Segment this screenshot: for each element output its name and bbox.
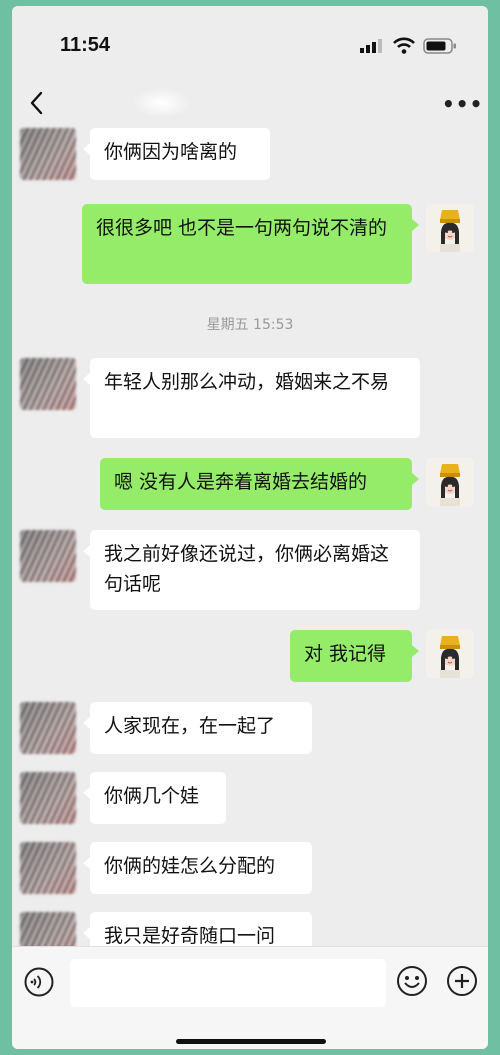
message-bubble[interactable]: 你俩几个娃 bbox=[83, 772, 226, 824]
more-options-button[interactable]: ••• bbox=[442, 92, 482, 116]
incoming-message: 年轻人别那么冲动，婚姻来之不易 bbox=[12, 358, 488, 438]
home-indicator bbox=[176, 1039, 326, 1044]
phone-screen: 11:54 ••• 你俩因为啥离的很很多吧 也不是一句两句说不清的星期五 15:… bbox=[12, 6, 488, 1049]
outgoing-message: 对 我记得 bbox=[12, 630, 488, 682]
plus-icon[interactable] bbox=[446, 965, 478, 997]
contact-avatar[interactable] bbox=[20, 128, 76, 180]
outgoing-message: 嗯 没有人是奔着离婚去结婚的 bbox=[12, 458, 488, 510]
message-bubble[interactable]: 对 我记得 bbox=[290, 630, 419, 682]
message-input[interactable] bbox=[70, 959, 386, 1007]
incoming-message: 你俩因为啥离的 bbox=[12, 128, 488, 180]
incoming-message: 我只是好奇随口一问 bbox=[12, 912, 488, 946]
contact-avatar[interactable] bbox=[20, 912, 76, 946]
incoming-message: 你俩的娃怎么分配的 bbox=[12, 842, 488, 894]
incoming-message: 我之前好像还说过，你俩必离婚这句话呢 bbox=[12, 530, 488, 610]
message-bubble[interactable]: 年轻人别那么冲动，婚姻来之不易 bbox=[83, 358, 420, 438]
emoji-icon[interactable] bbox=[396, 965, 428, 997]
input-bar bbox=[12, 946, 488, 1049]
chevron-left-icon[interactable] bbox=[28, 90, 44, 116]
contact-avatar[interactable] bbox=[20, 530, 76, 582]
contact-avatar[interactable] bbox=[20, 772, 76, 824]
message-list[interactable]: 你俩因为啥离的很很多吧 也不是一句两句说不清的星期五 15:53 年轻人别那么冲动… bbox=[12, 126, 488, 946]
battery-icon bbox=[423, 38, 456, 54]
my-avatar[interactable] bbox=[426, 204, 474, 252]
message-bubble[interactable]: 人家现在，在一起了 bbox=[83, 702, 312, 754]
message-bubble[interactable]: 我只是好奇随口一问 bbox=[83, 912, 312, 946]
voice-icon[interactable] bbox=[24, 967, 54, 997]
message-bubble[interactable]: 我之前好像还说过，你俩必离婚这句话呢 bbox=[83, 530, 420, 610]
contact-avatar[interactable] bbox=[20, 842, 76, 894]
message-bubble[interactable]: 你俩的娃怎么分配的 bbox=[83, 842, 312, 894]
chat-header: ••• bbox=[12, 84, 488, 126]
my-avatar[interactable] bbox=[426, 630, 474, 678]
message-bubble[interactable]: 你俩因为啥离的 bbox=[83, 128, 270, 180]
message-bubble[interactable]: 嗯 没有人是奔着离婚去结婚的 bbox=[100, 458, 419, 510]
status-bar: 11:54 bbox=[12, 6, 488, 84]
signal-icon bbox=[360, 39, 382, 53]
contact-avatar[interactable] bbox=[20, 358, 76, 410]
incoming-message: 人家现在，在一起了 bbox=[12, 702, 488, 754]
contact-avatar[interactable] bbox=[20, 702, 76, 754]
timestamp: 星期五 15:53 bbox=[206, 317, 294, 333]
wifi-icon bbox=[393, 37, 415, 54]
status-time: 11:54 bbox=[60, 34, 111, 56]
contact-name-blurred bbox=[132, 88, 192, 118]
incoming-message: 你俩几个娃 bbox=[12, 772, 488, 824]
message-bubble[interactable]: 很很多吧 也不是一句两句说不清的 bbox=[82, 204, 419, 284]
my-avatar[interactable] bbox=[426, 458, 474, 506]
outgoing-message: 很很多吧 也不是一句两句说不清的 bbox=[12, 204, 488, 284]
